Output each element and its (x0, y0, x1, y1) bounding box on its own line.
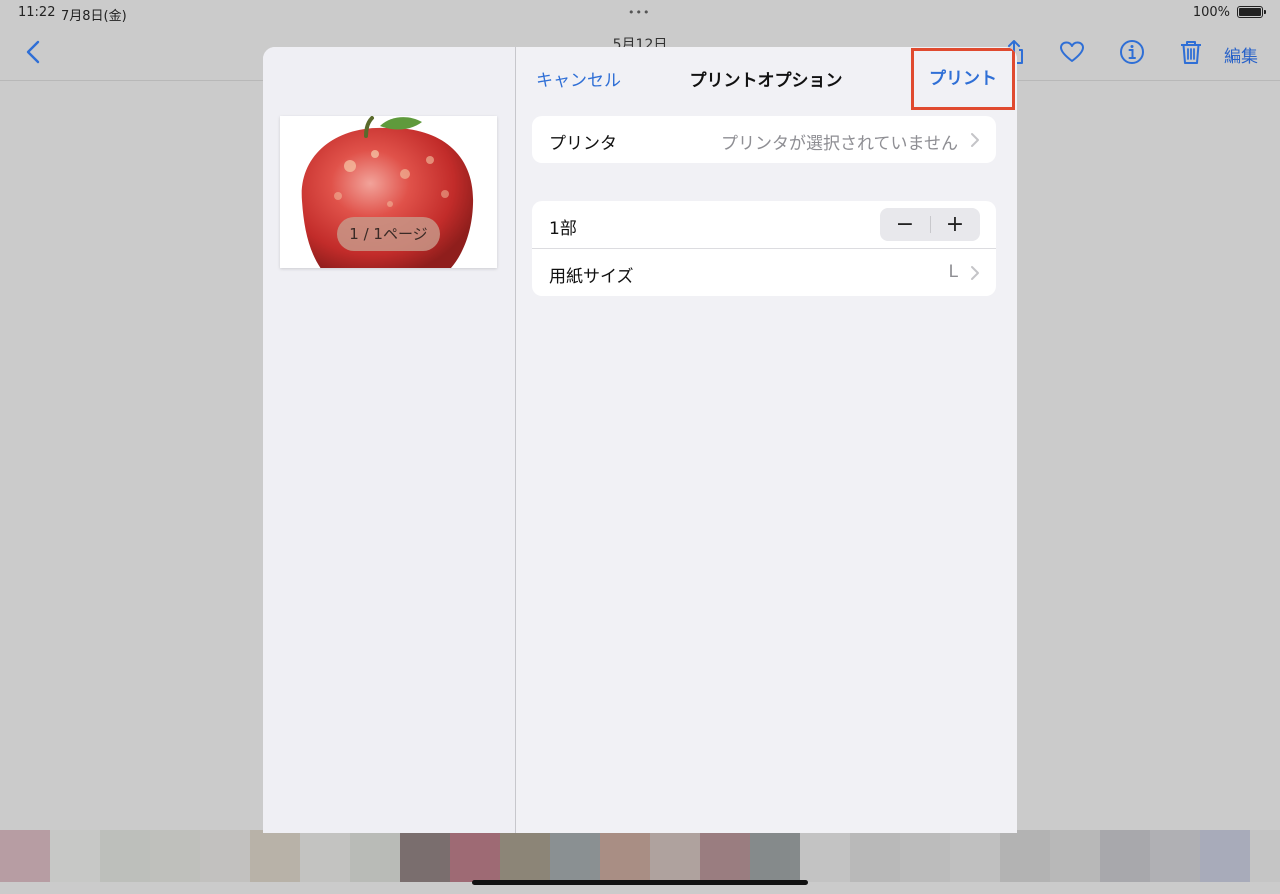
battery-icon (1237, 6, 1266, 18)
print-preview[interactable]: 1 / 1ページ (280, 116, 497, 268)
copies-label: 1部 (549, 219, 577, 239)
photo-thumbnail[interactable] (950, 830, 1000, 882)
heart-icon[interactable] (1058, 38, 1086, 66)
status-time: 11:22 (18, 5, 56, 20)
photo-thumbnail-strip[interactable] (0, 830, 1280, 882)
printer-row[interactable]: プリンタ プリンタが選択されていません (532, 116, 996, 163)
photo-thumbnail[interactable] (1050, 830, 1100, 882)
photo-thumbnail[interactable] (200, 830, 250, 882)
edit-button[interactable]: 編集 (1224, 42, 1258, 67)
copies-paper-group: 1部 − + 用紙サイズ L (532, 201, 996, 296)
copies-stepper: − + (880, 208, 980, 241)
photo-thumbnail[interactable] (600, 830, 650, 882)
photo-thumbnail[interactable] (700, 830, 750, 882)
print-options-sheet: 1 / 1ページ キャンセル プリントオプション プリント プリンタ プリンタが… (263, 47, 1017, 833)
sheet-title: プリントオプション (689, 71, 843, 91)
page-count-badge: 1 / 1ページ (337, 217, 440, 251)
photo-thumbnail[interactable] (0, 830, 50, 882)
photo-thumbnail[interactable] (450, 830, 500, 882)
photo-thumbnail[interactable] (750, 830, 800, 882)
battery-percent: 100% (1192, 5, 1230, 20)
photo-thumbnail[interactable] (850, 830, 900, 882)
options-pane: キャンセル プリントオプション プリント プリンタ プリンタが選択されていません… (516, 47, 1017, 833)
photo-thumbnail[interactable] (500, 830, 550, 882)
cancel-button[interactable]: キャンセル (536, 66, 621, 91)
chevron-right-icon (971, 133, 979, 147)
photo-thumbnail[interactable] (800, 830, 850, 882)
screen: 11:22 7月8日(金) ••• 100% 5月12日 編集 1 / 1ページ… (0, 0, 1280, 894)
status-date: 7月8日(金) (61, 9, 127, 24)
photo-thumbnail[interactable] (1000, 830, 1050, 882)
paper-size-value: L (948, 262, 958, 282)
photo-thumbnail[interactable] (1100, 830, 1150, 882)
copies-row: 1部 − + (532, 201, 996, 248)
printer-label: プリンタ (549, 134, 617, 154)
photo-thumbnail[interactable] (100, 830, 150, 882)
printer-group: プリンタ プリンタが選択されていません (532, 116, 996, 163)
print-button[interactable]: プリント (911, 48, 1015, 110)
paper-size-row[interactable]: 用紙サイズ L (532, 248, 996, 296)
photo-thumbnail[interactable] (150, 830, 200, 882)
photo-thumbnail[interactable] (650, 830, 700, 882)
preview-pane: 1 / 1ページ (263, 47, 516, 833)
photo-thumbnail[interactable] (1150, 830, 1200, 882)
trash-icon[interactable] (1177, 38, 1205, 66)
photo-thumbnail[interactable] (400, 830, 450, 882)
info-icon[interactable] (1118, 38, 1146, 66)
paper-size-label: 用紙サイズ (549, 267, 634, 287)
home-indicator (472, 880, 808, 885)
back-chevron-icon[interactable] (22, 38, 46, 66)
photo-thumbnail[interactable] (1250, 830, 1280, 882)
multitasking-dots[interactable]: ••• (628, 6, 650, 19)
printer-value: プリンタが選択されていません (721, 134, 958, 154)
photo-thumbnail[interactable] (550, 830, 600, 882)
photo-thumbnail[interactable] (350, 830, 400, 882)
photo-thumbnail[interactable] (250, 830, 300, 882)
photo-thumbnail[interactable] (50, 830, 100, 882)
chevron-right-icon (971, 266, 979, 280)
photo-thumbnail[interactable] (300, 830, 350, 882)
photo-thumbnail[interactable] (900, 830, 950, 882)
decrement-button[interactable]: − (880, 208, 930, 241)
increment-button[interactable]: + (930, 208, 980, 241)
status-bar: 11:22 7月8日(金) ••• 100% (0, 0, 1280, 26)
photo-thumbnail[interactable] (1200, 830, 1250, 882)
